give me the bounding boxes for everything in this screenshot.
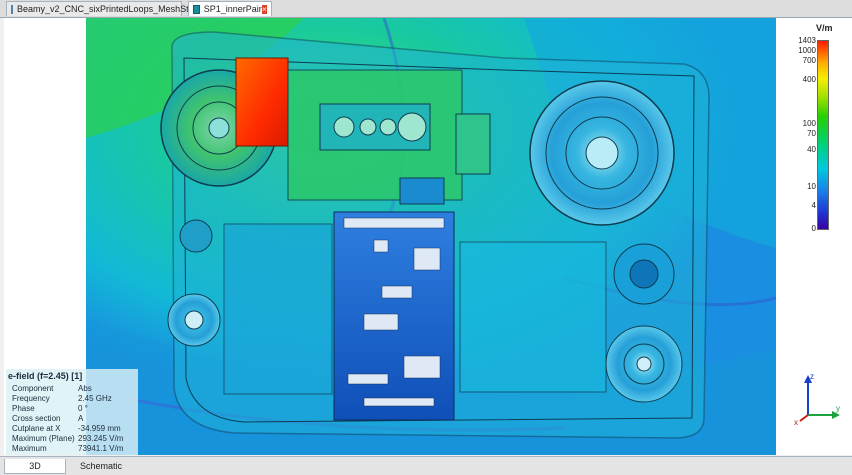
tab-3d[interactable]: 3D: [4, 459, 66, 474]
axis-z-label: z: [810, 372, 814, 381]
axes-triad-icon: z y x: [794, 372, 840, 426]
tab-sp1-innerpair-label: SP1_innerPair: [203, 4, 262, 14]
info-row: Phase 0 °: [12, 404, 88, 413]
legend-tick: 70: [807, 129, 816, 138]
tab-schematic[interactable]: Schematic: [68, 459, 134, 473]
result-title: e-field (f=2.45) [1]: [8, 371, 83, 381]
info-label: Cutplane at X: [12, 424, 61, 433]
info-value: A: [78, 414, 84, 423]
info-value: 2.45 GHz: [78, 394, 112, 403]
info-row: Maximum (Plane) 293.245 V/m: [12, 434, 123, 443]
legend-tick: 700: [802, 56, 816, 65]
info-label: Maximum (Plane): [12, 434, 75, 443]
legend-tick: 40: [807, 145, 816, 154]
document-tab-bar: Beamy_v2_CNC_sixPrintedLoops_MeshStudy ×…: [0, 0, 852, 18]
tab-sp1-innerpair[interactable]: SP1_innerPair ×: [188, 1, 272, 16]
3d-viewport[interactable]: V/m 1403 1000 700 400 100 70 40 10 4 0 e…: [4, 18, 852, 455]
info-label: Component: [12, 384, 54, 393]
axis-y-label: y: [836, 404, 840, 413]
legend-tick: 10: [807, 182, 816, 191]
close-icon[interactable]: ×: [261, 4, 267, 14]
info-label: Cross section: [12, 414, 61, 423]
info-value: 293.245 V/m: [78, 434, 124, 443]
info-value: 73941.1 V/m: [78, 444, 124, 453]
info-value: 0 °: [78, 404, 88, 413]
project-icon: [193, 4, 200, 14]
color-legend: V/m 1403 1000 700 400 100 70 40 10 4 0: [783, 18, 852, 258]
legend-color-bar: [817, 40, 829, 230]
tab-mesh-study[interactable]: Beamy_v2_CNC_sixPrintedLoops_MeshStudy ×: [6, 1, 208, 16]
legend-unit: V/m: [816, 23, 833, 33]
legend-tick: 4: [811, 201, 816, 210]
info-row: Cross section A: [12, 414, 83, 423]
view-tab-bar: 3D Schematic: [0, 456, 852, 475]
result-info-box: e-field (f=2.45) [1] Component Abs Freque…: [6, 369, 138, 455]
axis-x-label: x: [794, 418, 798, 426]
legend-tick: 1000: [798, 46, 816, 55]
tab-mesh-study-label: Beamy_v2_CNC_sixPrintedLoops_MeshStudy: [17, 4, 204, 14]
mesh-study-icon: [11, 4, 13, 14]
legend-tick: 400: [802, 75, 816, 84]
info-row: Cutplane at X -34.959 mm: [12, 424, 121, 433]
info-value: Abs: [78, 384, 92, 393]
info-label: Frequency: [12, 394, 50, 403]
legend-tick: 1403: [798, 36, 816, 45]
legend-tick: 0: [811, 224, 816, 233]
info-row: Maximum 73941.1 V/m: [12, 444, 123, 453]
info-row: Component Abs: [12, 384, 92, 393]
legend-tick: 100: [802, 119, 816, 128]
info-row: Frequency 2.45 GHz: [12, 394, 112, 403]
info-value: -34.959 mm: [78, 424, 121, 433]
info-label: Phase: [12, 404, 35, 413]
info-label: Maximum: [12, 444, 47, 453]
